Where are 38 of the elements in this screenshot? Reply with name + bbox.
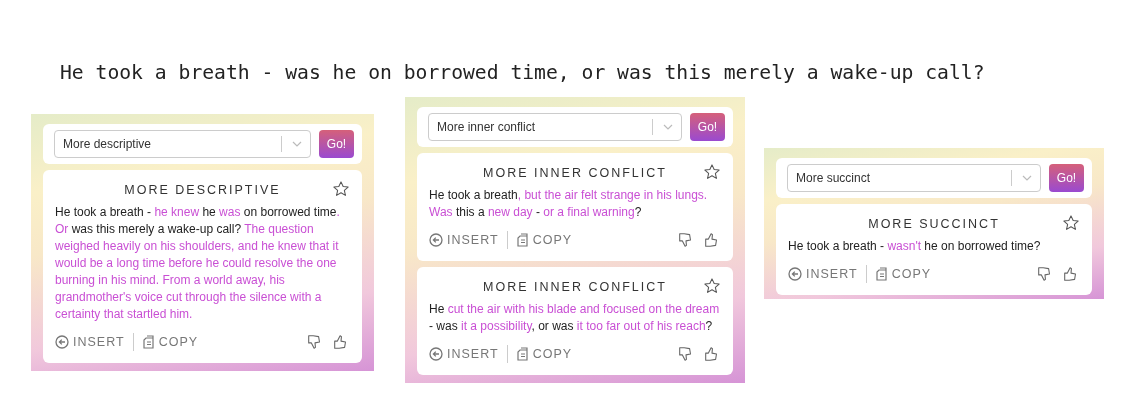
chevron-icon xyxy=(292,141,302,147)
headline: He took a breath - was he on borrowed time, or was this merely a wake-up call? xyxy=(59,60,986,86)
suggestion-text: He cut the air with his blade and focused on the dream - was it a possibility, or was it too far out of his reach? xyxy=(429,301,721,335)
style-dropdown[interactable]: More descriptive xyxy=(54,130,311,158)
copy-icon xyxy=(515,232,529,248)
back-arrow-icon xyxy=(429,233,443,247)
copy-icon xyxy=(515,346,529,362)
copy-button[interactable]: COPY xyxy=(515,346,573,362)
star-icon[interactable] xyxy=(332,180,350,198)
suggestion-text: He took a breath - he knew he was on borrowed time. Or was this merely a wake-up call? The question weighed heavily on his shoulders, and he knew that it would be a long time before he could resolve the one burning in his mind. From a world away, his grandmother's voice cut through the silence with a certainty that startled him. xyxy=(55,204,341,323)
go-button[interactable]: Go! xyxy=(319,130,354,158)
copy-button[interactable]: COPY xyxy=(515,232,573,248)
suggestion-text: He took a breath - wasn't he on borrowed time? xyxy=(788,238,1042,255)
card-title: MORE DESCRIPTIVE xyxy=(124,183,281,197)
copy-icon xyxy=(874,266,888,282)
insert-button[interactable]: INSERT xyxy=(788,267,858,281)
back-arrow-icon xyxy=(429,347,443,361)
card-title: MORE SUCCINCT xyxy=(868,217,1000,231)
chevron-icon xyxy=(663,124,673,130)
back-arrow-icon xyxy=(55,335,69,349)
go-button[interactable]: Go! xyxy=(1049,164,1084,192)
insert-button[interactable]: INSERT xyxy=(429,347,499,361)
suggestion-text: He took a breath, but the air felt strange in his lungs. Was this a new day - or a final warning? xyxy=(429,187,709,221)
copy-icon xyxy=(141,334,155,350)
copy-button[interactable]: COPY xyxy=(874,266,932,282)
card-title: MORE INNER CONFLICT xyxy=(483,166,667,180)
go-button[interactable]: Go! xyxy=(690,113,725,141)
back-arrow-icon xyxy=(788,267,802,281)
star-icon[interactable] xyxy=(703,163,721,181)
insert-button[interactable]: INSERT xyxy=(55,335,125,349)
star-icon[interactable] xyxy=(703,277,721,295)
style-dropdown[interactable]: More succinct xyxy=(787,164,1041,192)
style-dropdown[interactable]: More inner conflict xyxy=(428,113,682,141)
star-icon[interactable] xyxy=(1062,214,1080,232)
card-title: MORE INNER CONFLICT xyxy=(483,280,667,294)
copy-button[interactable]: COPY xyxy=(141,334,199,350)
insert-button[interactable]: INSERT xyxy=(429,233,499,247)
chevron-icon xyxy=(1022,175,1032,181)
